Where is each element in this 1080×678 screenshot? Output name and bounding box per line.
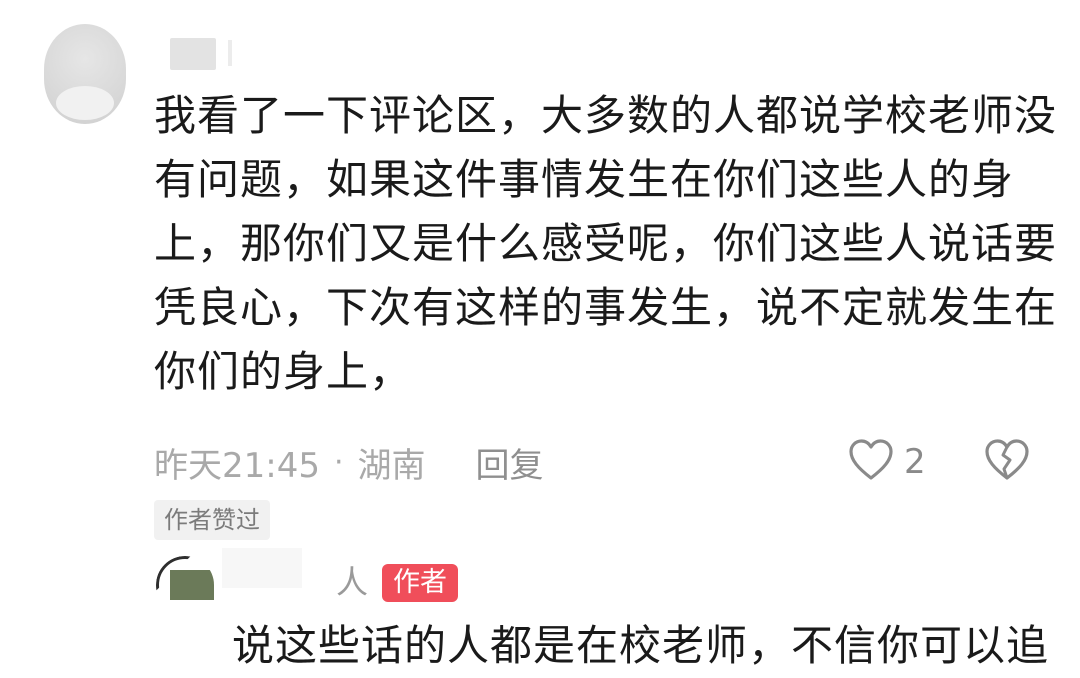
author-liked-tag: 作者赞过	[154, 500, 270, 540]
author-badge: 作者	[382, 564, 458, 602]
comment-text: 我看了一下评论区，大多数的人都说学校老师没 有问题，如果这件事情发生在你们这些人…	[154, 84, 1058, 404]
avatar-image	[170, 570, 214, 600]
reply-button[interactable]: 回复	[476, 438, 544, 487]
like-button[interactable]: 2	[848, 438, 926, 486]
comment-location: 湖南	[357, 445, 426, 486]
broken-heart-icon	[984, 439, 1030, 486]
comment-time: 昨天21:45	[154, 445, 320, 486]
comment-avatar[interactable]	[44, 24, 126, 124]
comment-meta: 昨天21:45 · 湖南 回复	[154, 438, 544, 487]
heart-outline-icon	[848, 438, 894, 486]
avatar-blur	[56, 86, 114, 120]
reply-text: 说这些话的人都是在校老师，不信你可以追	[232, 621, 1050, 670]
comment-username-blurred[interactable]	[170, 38, 232, 70]
comment-line: 上，那你们又是什么感受呢，你们这些人说话要	[154, 219, 1058, 268]
reply-username[interactable]: 人	[336, 562, 368, 602]
meta-separator: ·	[333, 444, 344, 480]
comment-line: 凭良心，下次有这样的事发生，说不定就发生在	[154, 283, 1058, 332]
reply-avatar[interactable]	[156, 556, 214, 600]
like-count: 2	[904, 442, 926, 482]
comment-line: 你们的身上，	[154, 347, 413, 396]
comment-line: 有问题，如果这件事情发生在你们这些人的身	[154, 155, 1015, 204]
reply-username-blurred	[222, 548, 302, 588]
dislike-button[interactable]	[984, 438, 1030, 484]
comment-line: 我看了一下评论区，大多数的人都说学校老师没	[154, 91, 1058, 140]
